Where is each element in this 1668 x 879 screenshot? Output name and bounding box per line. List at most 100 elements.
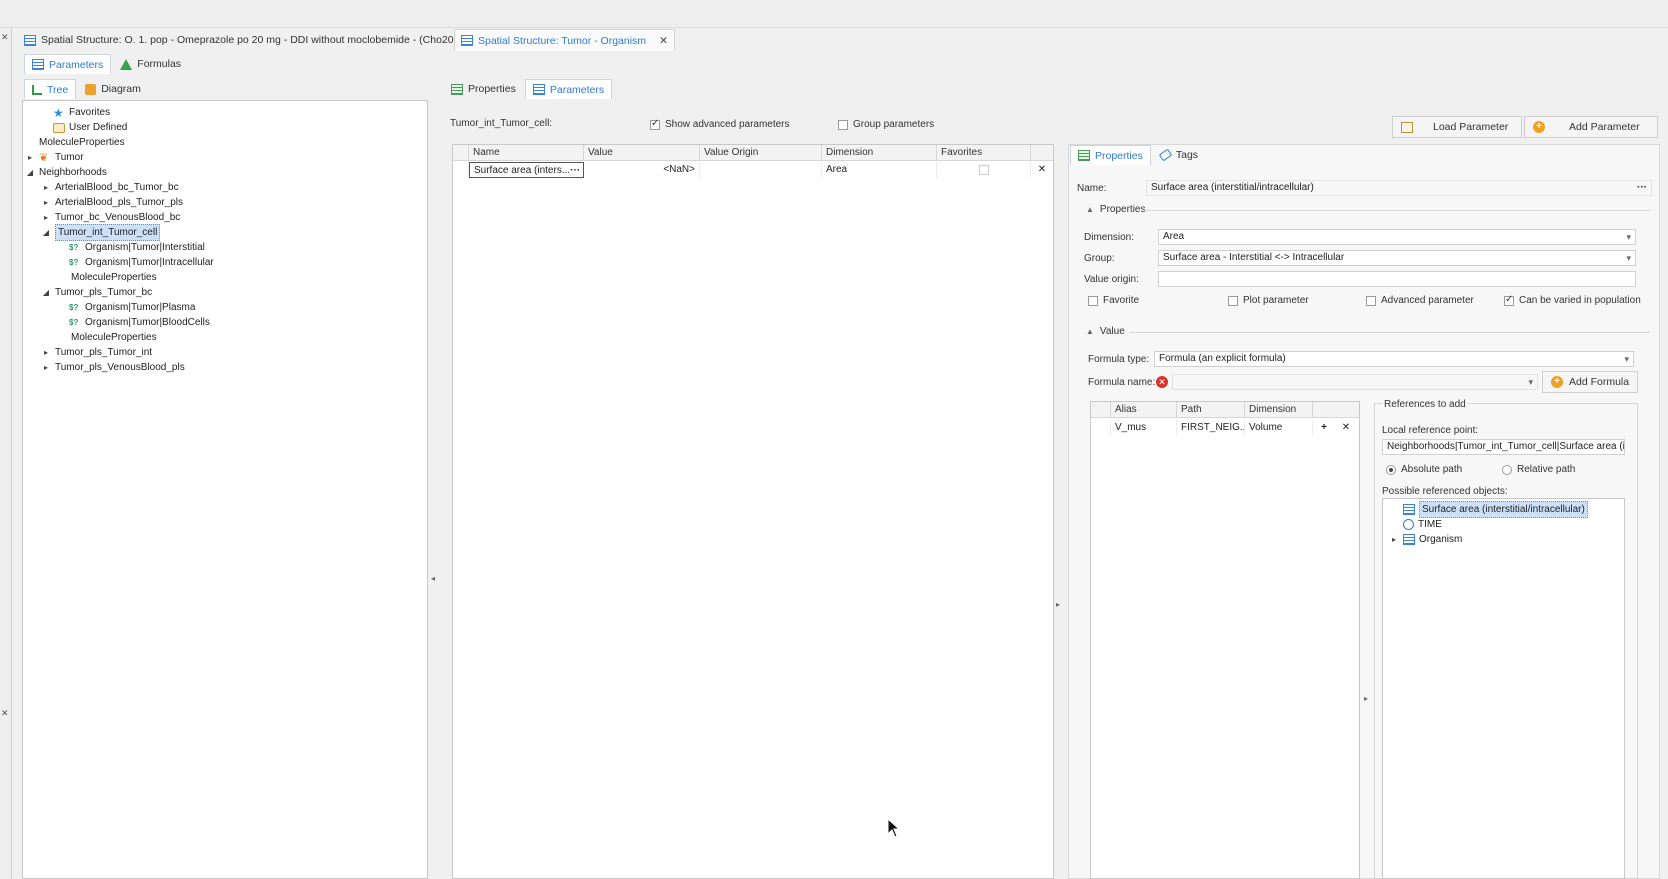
show-advanced-checkbox[interactable]: Show advanced parameters [650,118,790,130]
formula-type-select[interactable]: Formula (an explicit formula) [1154,351,1634,367]
column-header-dimension[interactable]: Dimension [1245,402,1313,417]
plot-parameter-checkbox[interactable]: Plot parameter [1228,295,1309,306]
document-tab-omeprazole[interactable]: Spatial Structure: O. 1. pop - Omeprazol… [18,29,530,51]
ellipsis-button[interactable]: ··· [1637,181,1647,195]
alias-cell[interactable]: V_mus [1111,420,1177,436]
collapse-icon[interactable]: ◢ [25,165,35,180]
table-row[interactable]: Surface area (inters... ··· <NaN> Area ✕ [453,162,1053,178]
close-icon[interactable]: ✕ [1,708,9,719]
favorite-checkbox[interactable] [978,165,989,175]
advanced-parameter-checkbox[interactable]: Advanced parameter [1366,295,1474,306]
splitter-collapse-icon[interactable]: ◂ [431,574,435,583]
possible-references-tree[interactable]: Surface area (interstitial/intracellular… [1382,498,1625,879]
add-icon[interactable]: + [1313,420,1335,436]
value-cell[interactable]: <NaN> [584,162,700,178]
add-formula-button[interactable]: + Add Formula [1542,371,1638,393]
path-cell[interactable]: FIRST_NEIG... [1177,420,1245,436]
close-icon[interactable]: ✕ [659,35,668,47]
tab-parameters[interactable]: Parameters [24,54,112,74]
tree-item-molecule-properties[interactable]: MoleculeProperties [71,270,157,285]
absolute-path-radio[interactable]: Absolute path [1386,464,1462,475]
collapse-icon[interactable]: ◢ [41,225,51,240]
ellipsis-button[interactable]: ··· [570,163,580,177]
tree-item-container[interactable]: $? Organism|Tumor|Plasma [69,300,195,315]
tab-formulas[interactable]: Formulas [113,54,188,74]
checkbox-checked[interactable] [1504,294,1514,306]
tree-item-container[interactable]: $? Organism|Tumor|BloodCells [69,315,210,330]
value-group-header[interactable]: ▲ Value [1086,326,1125,337]
name-cell[interactable]: Surface area (inters... ··· [469,162,584,178]
tree-item-neighborhood[interactable]: ◢ Tumor_pls_Tumor_bc [41,285,152,300]
name-field[interactable]: Surface area (interstitial/intracellular… [1146,180,1652,196]
radio-selected[interactable] [1386,464,1396,475]
tree-item-tumor[interactable]: ▸ ❦ Tumor [25,150,84,165]
favorite-checkbox[interactable]: Favorite [1088,295,1139,306]
checkbox-unchecked[interactable] [1366,295,1376,306]
value-origin-cell[interactable] [700,162,822,178]
tree-item-neighborhood[interactable]: ▸ Tumor_bc_VenousBlood_bc [41,210,180,225]
group-parameters-checkbox[interactable]: Group parameters [838,119,934,130]
close-icon[interactable]: ✕ [1,32,9,43]
splitter-collapse-icon[interactable]: ▸ [1056,600,1060,609]
tab-parameter-properties[interactable]: Properties [1070,145,1151,165]
column-header-favorites[interactable]: Favorites [937,145,1031,160]
properties-group-header[interactable]: ▲ Properties [1086,204,1146,215]
collapse-icon[interactable]: ▲ [1086,327,1094,336]
tab-diagram[interactable]: Diagram [78,79,148,99]
spatial-structure-tree[interactable]: ★ Favorites User Defined MoleculePropert… [22,100,428,879]
tree-item-container[interactable]: $? Organism|Tumor|Intracellular [69,255,214,270]
expand-icon[interactable]: ▸ [41,210,51,225]
expand-icon[interactable]: ▸ [41,360,51,375]
checkbox-unchecked[interactable] [1088,295,1098,306]
collapse-icon[interactable]: ◢ [41,285,51,300]
tree-item-favorites[interactable]: ★ Favorites [39,105,110,120]
tab-tags[interactable]: Tags [1153,145,1205,165]
tree-item-molecule-properties[interactable]: MoleculeProperties [39,135,125,150]
tab-parameters-list[interactable]: Parameters [524,79,613,99]
reference-item-time[interactable]: TIME [1403,517,1442,532]
column-header-dimension[interactable]: Dimension [822,145,937,160]
checkbox-unchecked[interactable] [1228,295,1238,306]
checkbox-unchecked[interactable] [838,119,848,130]
tree-item-neighborhoods[interactable]: ◢ Neighborhoods [25,165,107,180]
column-header-value-origin[interactable]: Value Origin [700,145,822,160]
reference-item-organism[interactable]: ▸ Organism [1389,532,1462,547]
expand-icon[interactable]: ▸ [41,180,51,195]
formula-name-select[interactable] [1172,374,1538,390]
tree-item-neighborhood[interactable]: ▸ Tumor_pls_Tumor_int [41,345,152,360]
formula-usable-paths-grid[interactable]: Alias Path Dimension V_mus FIRST_NEIG...… [1090,401,1360,879]
splitter-collapse-icon[interactable]: ▸ [1364,694,1368,703]
remove-icon[interactable]: ✕ [1335,420,1357,436]
expand-icon[interactable]: ▸ [25,150,35,165]
column-header-alias[interactable]: Alias [1111,402,1177,417]
column-header-value[interactable]: Value [584,145,700,160]
local-reference-input[interactable]: Neighborhoods|Tumor_int_Tumor_cell|Surfa… [1382,439,1625,455]
column-header-path[interactable]: Path [1177,402,1245,417]
dimension-select[interactable]: Area [1158,229,1636,245]
reference-item-surface-area[interactable]: Surface area (interstitial/intracellular… [1403,501,1588,518]
table-row[interactable]: V_mus FIRST_NEIG... Volume + ✕ [1091,420,1359,436]
relative-path-radio[interactable]: Relative path [1502,464,1575,475]
checkbox-checked[interactable] [650,118,660,130]
can-be-varied-checkbox[interactable]: Can be varied in population [1504,294,1641,306]
dimension-cell[interactable]: Volume [1245,420,1313,436]
expand-icon[interactable]: ▸ [1389,532,1399,547]
delete-icon[interactable]: ✕ [1031,162,1053,178]
column-header-name[interactable]: Name [469,145,584,160]
parameter-grid[interactable]: Name Value Value Origin Dimension Favori… [452,144,1054,879]
tree-item-neighborhood[interactable]: ▸ ArterialBlood_pls_Tumor_pls [41,195,183,210]
expand-icon[interactable]: ▸ [41,195,51,210]
expand-icon[interactable]: ▸ [41,345,51,360]
group-select[interactable]: Surface area - Interstitial <-> Intracel… [1158,250,1636,266]
load-parameter-button[interactable]: Load Parameter [1392,116,1522,138]
value-origin-input[interactable] [1158,271,1636,287]
collapse-icon[interactable]: ▲ [1086,205,1094,214]
tree-item-neighborhood[interactable]: ▸ Tumor_pls_VenousBlood_pls [41,360,185,375]
tree-item-user-defined[interactable]: User Defined [39,120,127,135]
radio-unselected[interactable] [1502,464,1512,475]
favorites-cell[interactable] [937,162,1031,178]
tree-item-container[interactable]: $? Organism|Tumor|Interstitial [69,240,205,255]
tab-properties[interactable]: Properties [444,79,523,99]
document-tab-tumor[interactable]: Spatial Structure: Tumor - Organism ✕ [454,29,675,51]
add-parameter-button[interactable]: + Add Parameter [1524,116,1658,138]
